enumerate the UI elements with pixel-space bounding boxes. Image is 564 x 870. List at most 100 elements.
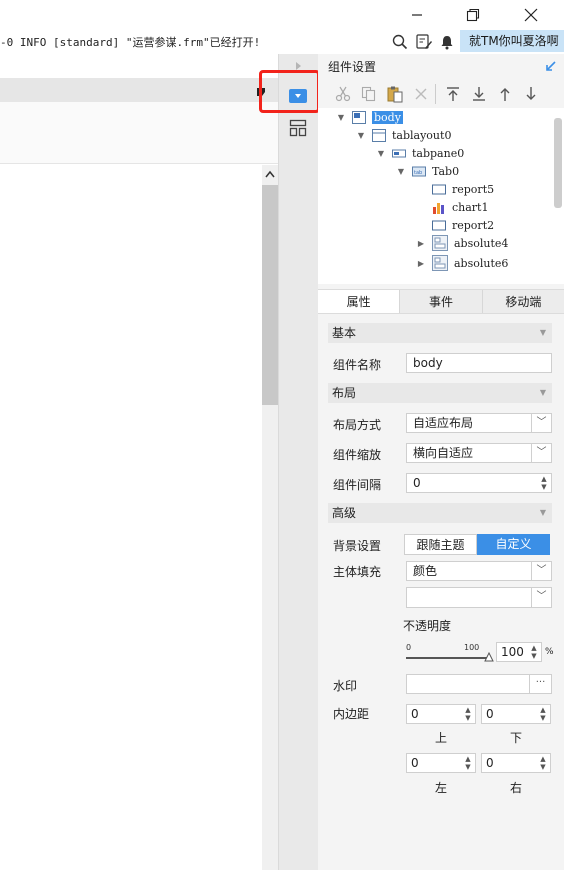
tree-node-report2[interactable]: report2 <box>432 216 494 234</box>
padding-left-value: 0 <box>411 756 419 770</box>
padding-top-input[interactable]: 0 ▲ ▼ <box>406 704 476 724</box>
spinner-arrows-icon[interactable]: ▲ ▼ <box>536 705 550 723</box>
design-canvas[interactable] <box>0 54 278 870</box>
chevron-down-icon: ▼ <box>539 388 546 397</box>
title-bar <box>0 0 564 30</box>
zoom-select[interactable]: 横向自适应 ﹀ <box>406 443 552 463</box>
log-message: -0 INFO [standard] "运营参谋.frm"已经打开! <box>0 36 261 49</box>
bg-follow-theme-button[interactable]: 跟随主题 <box>404 534 477 555</box>
spinner-arrows-icon[interactable]: ▲ ▼ <box>461 754 475 772</box>
section-layout[interactable]: 布局 ▼ <box>328 383 552 403</box>
section-title: 布局 <box>332 386 357 400</box>
spinner-arrows-icon[interactable]: ▲ ▼ <box>461 705 475 723</box>
opacity-label: 不透明度 <box>403 619 452 633</box>
left-label: 左 <box>434 781 447 795</box>
tree-node-absolute4[interactable]: ▶ absolute4 <box>416 234 508 252</box>
padding-label: 内边距 <box>333 707 370 721</box>
tree-scrollbar[interactable] <box>554 118 562 208</box>
opacity-input[interactable]: 100 ▲ ▼ <box>496 642 542 662</box>
spinner-arrows-icon[interactable]: ▲ ▼ <box>527 643 541 661</box>
section-basic[interactable]: 基本 ▼ <box>328 323 552 343</box>
paste-icon[interactable] <box>386 85 404 103</box>
tree-node-label: body <box>372 110 403 124</box>
chevron-down-icon[interactable]: ﹀ <box>531 562 551 580</box>
component-tree[interactable]: ▼ body ▼ tablayout0 ▼ tabpane0 ▼ tab Tab… <box>318 108 564 284</box>
report-node-icon <box>432 184 446 194</box>
tab-events[interactable]: 事件 <box>400 290 483 313</box>
cut-icon[interactable] <box>334 85 352 103</box>
minimize-icon[interactable] <box>394 0 440 30</box>
chevron-down-icon[interactable]: ﹀ <box>531 444 551 462</box>
tab-mobile[interactable]: 移动端 <box>483 290 564 313</box>
layout-mode-select[interactable]: 自适应布局 ﹀ <box>406 413 552 433</box>
zoom-label: 组件缩放 <box>333 448 382 462</box>
move-to-top-icon[interactable] <box>444 85 462 103</box>
tab-node-icon: tab <box>412 166 426 176</box>
move-to-bottom-icon[interactable] <box>470 85 488 103</box>
bg-custom-button[interactable]: 自定义 <box>477 534 550 555</box>
component-name-input[interactable]: body <box>406 353 552 373</box>
edit-note-icon[interactable] <box>415 33 433 51</box>
canvas-ruler <box>0 102 278 164</box>
search-icon[interactable] <box>391 33 409 51</box>
body-node-icon <box>352 110 366 124</box>
more-options-button[interactable]: ··· <box>529 675 551 693</box>
section-title: 基本 <box>332 326 357 340</box>
collapse-icon[interactable]: ▼ <box>356 131 366 140</box>
fill-label: 主体填充 <box>333 565 382 579</box>
bell-icon[interactable] <box>438 33 456 51</box>
tree-node-absolute6[interactable]: ▶ absolute6 <box>416 254 508 272</box>
collapse-icon[interactable]: ▼ <box>376 149 386 158</box>
spinner-arrows-icon[interactable]: ▲ ▼ <box>537 474 551 492</box>
tree-node-tablayout[interactable]: ▼ tablayout0 <box>356 126 451 144</box>
user-account-button[interactable]: 就TM你叫夏洛啊 <box>460 30 564 52</box>
restore-icon[interactable] <box>450 0 496 30</box>
delete-icon[interactable] <box>412 85 430 103</box>
scroll-up-icon[interactable] <box>262 165 278 183</box>
property-tabs: 属性 事件 移动端 <box>318 289 564 314</box>
padding-left-input[interactable]: 0 ▲ ▼ <box>406 753 476 773</box>
move-up-icon[interactable] <box>496 85 514 103</box>
background-label: 背景设置 <box>333 539 382 553</box>
tablayout-node-icon <box>372 128 386 142</box>
copy-icon[interactable] <box>360 85 378 103</box>
chevron-down-icon[interactable]: ﹀ <box>531 414 551 432</box>
absolute-node-icon <box>432 235 448 251</box>
collapse-icon[interactable]: ▼ <box>396 167 406 176</box>
tree-node-label: tabpane0 <box>412 146 465 160</box>
fill-type-select[interactable]: 颜色 ﹀ <box>406 561 552 581</box>
padding-bottom-input[interactable]: 0 ▲ ▼ <box>481 704 551 724</box>
chevron-down-icon[interactable]: ﹀ <box>531 588 551 606</box>
tabpane-node-icon <box>392 149 406 157</box>
tree-node-chart1[interactable]: chart1 <box>432 198 488 216</box>
gap-label: 组件间隔 <box>333 478 382 492</box>
expand-diagonal-icon[interactable] <box>545 60 557 75</box>
color-picker[interactable]: ﹀ <box>406 587 552 608</box>
tree-node-tab0[interactable]: ▼ tab Tab0 <box>396 162 459 180</box>
tree-node-body[interactable]: ▼ body <box>336 108 403 126</box>
layout-panel-icon[interactable] <box>289 119 307 140</box>
padding-right-input[interactable]: 0 ▲ ▼ <box>481 753 551 773</box>
opacity-slider-track[interactable] <box>406 657 490 659</box>
scrollbar-thumb[interactable] <box>262 185 278 405</box>
tab-properties[interactable]: 属性 <box>318 290 401 313</box>
absolute-node-icon <box>432 255 448 271</box>
spinner-arrows-icon[interactable]: ▲ ▼ <box>536 754 550 772</box>
fill-type-value: 颜色 <box>413 564 438 578</box>
watermark-input[interactable]: ··· <box>406 674 552 694</box>
tree-node-report5[interactable]: report5 <box>432 180 494 198</box>
tree-node-tabpane[interactable]: ▼ tabpane0 <box>376 144 464 162</box>
expand-icon[interactable]: ▶ <box>416 259 426 268</box>
move-down-icon[interactable] <box>522 85 540 103</box>
close-icon[interactable] <box>508 0 554 30</box>
layout-mode-value: 自适应布局 <box>413 416 474 430</box>
tree-node-label: report2 <box>452 218 495 232</box>
expand-icon[interactable]: ▶ <box>416 239 426 248</box>
tree-node-label: tablayout0 <box>392 128 452 142</box>
report-node-icon <box>432 220 446 230</box>
tree-node-label: absolute6 <box>454 256 509 270</box>
gap-stepper[interactable]: 0 ▲ ▼ <box>406 473 552 493</box>
section-advanced[interactable]: 高级 ▼ <box>328 503 552 523</box>
slider-handle-icon[interactable] <box>484 651 494 665</box>
collapse-icon[interactable]: ▼ <box>336 113 346 122</box>
